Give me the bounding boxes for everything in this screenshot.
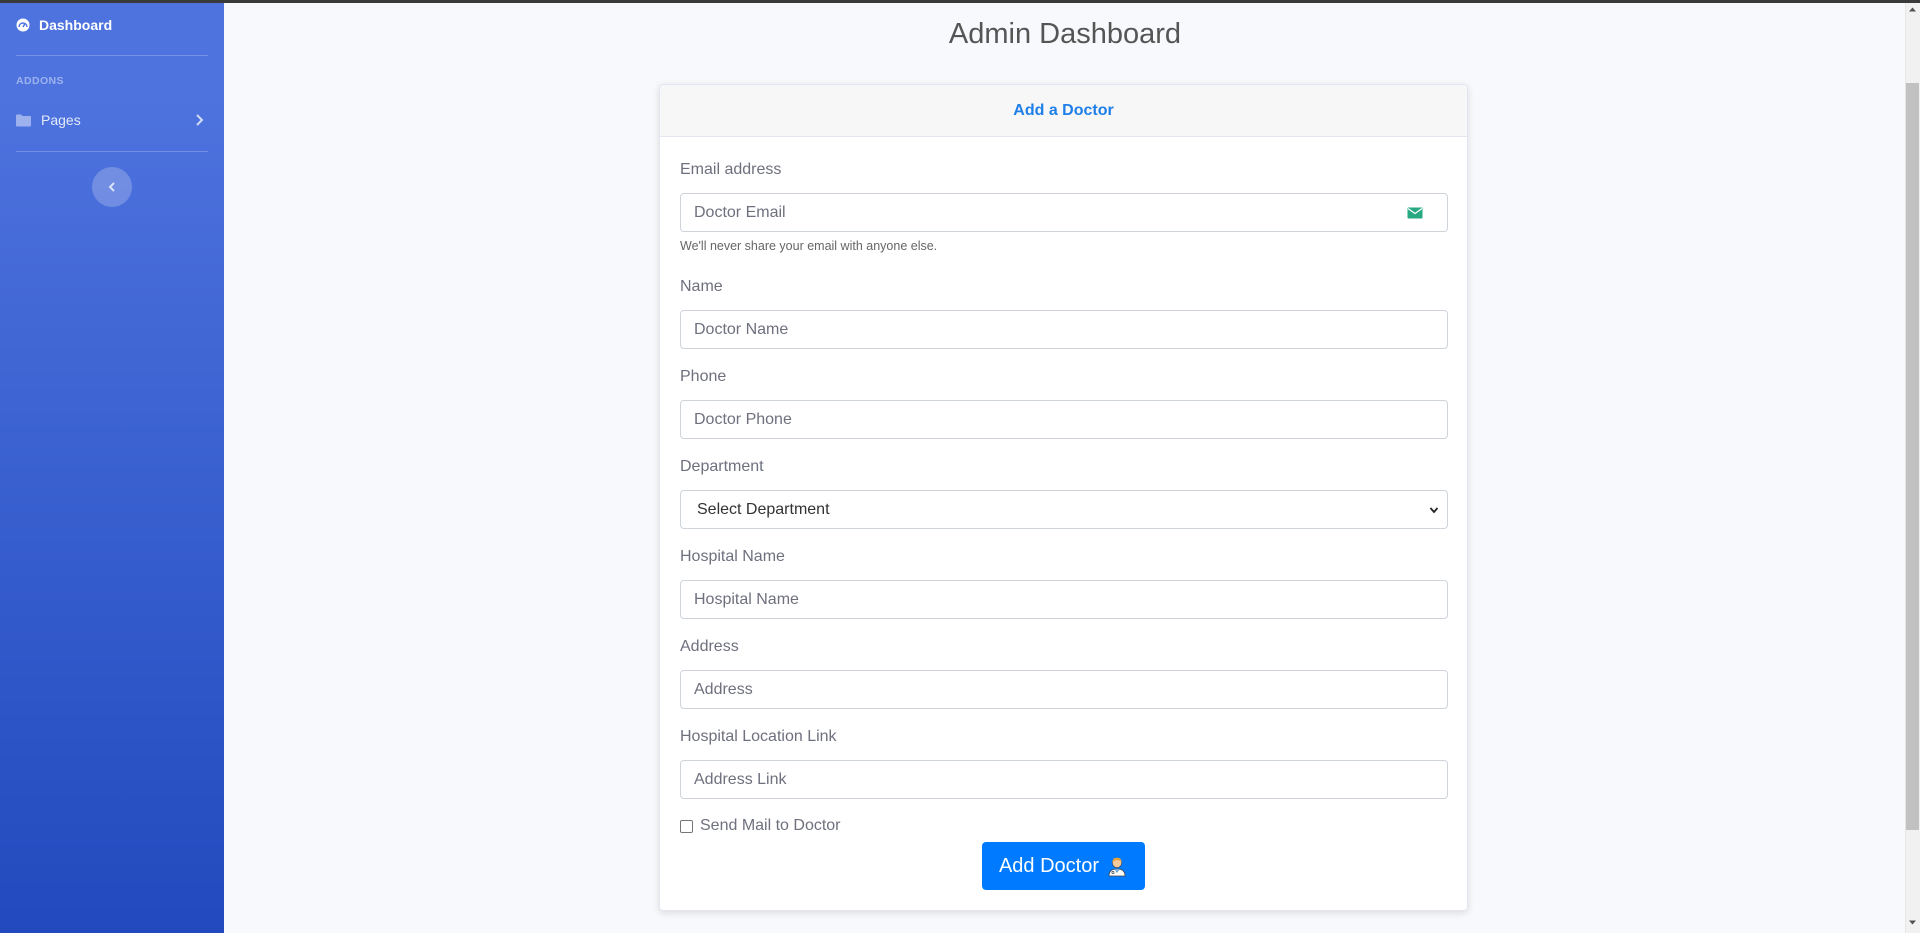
folder-icon xyxy=(16,114,31,127)
phone-placeholder: Doctor Phone xyxy=(694,410,792,428)
send-mail-checkbox[interactable] xyxy=(680,819,693,833)
send-mail-row: Send Mail to Doctor xyxy=(680,817,841,835)
sidebar-item-pages[interactable]: Pages xyxy=(16,108,208,132)
email-help-text: We'll never share your email with anyone… xyxy=(680,239,938,253)
chevron-left-icon xyxy=(107,181,117,193)
address-field[interactable]: Address xyxy=(680,670,1448,709)
card-title: Add a Doctor xyxy=(1013,101,1114,119)
email-field[interactable]: Doctor Email xyxy=(680,193,1448,232)
department-selected-value: Select Department xyxy=(697,500,830,518)
hospital-name-label: Hospital Name xyxy=(680,548,785,565)
name-field[interactable]: Doctor Name xyxy=(680,310,1448,349)
envelope-icon xyxy=(1407,207,1423,219)
hospital-name-placeholder: Hospital Name xyxy=(694,590,799,608)
hospital-name-field[interactable]: Hospital Name xyxy=(680,580,1448,619)
window-top-border xyxy=(0,0,1920,3)
sidebar-divider xyxy=(16,55,208,56)
sidebar-dashboard-label: Dashboard xyxy=(39,17,113,33)
email-placeholder: Doctor Email xyxy=(694,203,786,221)
tachometer-icon xyxy=(16,18,30,32)
email-label: Email address xyxy=(680,161,782,178)
hospital-location-field[interactable]: Address Link xyxy=(680,760,1448,799)
send-mail-label[interactable]: Send Mail to Doctor xyxy=(700,817,841,835)
sidebar-item-label: Pages xyxy=(41,112,81,128)
name-label: Name xyxy=(680,278,723,295)
page-title: Admin Dashboard xyxy=(948,18,1182,50)
add-doctor-card: Add a Doctor Email address Doctor Email … xyxy=(659,84,1468,911)
name-placeholder: Doctor Name xyxy=(694,320,789,338)
sidebar-heading: ADDONS xyxy=(16,75,64,87)
department-label: Department xyxy=(680,458,764,475)
sidebar-dashboard-link[interactable]: Dashboard xyxy=(16,14,112,36)
sidebar: Dashboard ADDONS Pages xyxy=(0,0,224,933)
doctor-icon xyxy=(1106,855,1128,877)
phone-label: Phone xyxy=(680,368,727,385)
chevron-down-icon xyxy=(1429,505,1439,515)
scrollbar-thumb[interactable] xyxy=(1906,83,1919,830)
address-label: Address xyxy=(680,638,739,655)
add-doctor-button-label: Add Doctor xyxy=(998,854,1100,877)
chevron-right-icon xyxy=(194,113,204,127)
add-doctor-button[interactable]: Add Doctor xyxy=(982,842,1145,890)
hospital-location-placeholder: Address Link xyxy=(694,770,787,788)
hospital-location-label: Hospital Location Link xyxy=(680,728,837,745)
card-header: Add a Doctor xyxy=(660,85,1467,137)
department-select[interactable]: Select Department xyxy=(680,490,1448,529)
sidebar-divider xyxy=(16,151,208,152)
phone-field[interactable]: Doctor Phone xyxy=(680,400,1448,439)
scroll-down-arrow-icon[interactable] xyxy=(1909,919,1916,926)
address-placeholder: Address xyxy=(694,680,753,698)
scroll-up-arrow-icon[interactable] xyxy=(1909,6,1916,13)
sidebar-toggle-button[interactable] xyxy=(92,167,132,207)
